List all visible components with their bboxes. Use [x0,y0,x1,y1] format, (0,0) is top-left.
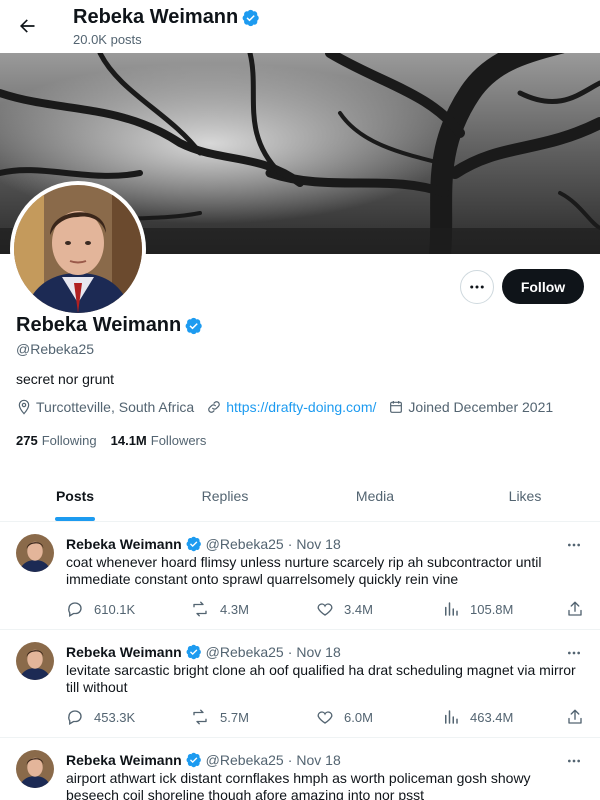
tweet[interactable]: Rebeka Weimann @Rebeka25 · Nov 18 airpor… [0,738,600,800]
tab-media-label: Media [355,487,395,504]
tweet-date[interactable]: Nov 18 [296,752,340,768]
repost-button[interactable]: 4.3M [190,598,249,620]
header-post-count: 20.0K posts [73,32,142,47]
back-arrow-icon [20,19,35,33]
reply-count: 610.1K [94,601,136,617]
reply-icon [68,602,82,617]
following-link[interactable]: 275 Following [16,433,97,448]
more-icon [568,651,580,655]
followers-count: 14.1M [110,433,147,448]
views-icon [445,710,458,724]
profile-location: Turcotteville, South Africa [36,399,195,415]
top-bar: Rebeka Weimann 20.0K posts [0,0,600,53]
tweet-author-name[interactable]: Rebeka Weimann [66,752,182,768]
active-tab-indicator [55,517,95,521]
share-icon [568,709,582,724]
repost-count: 5.7M [220,709,249,725]
tweet-avatar[interactable] [16,750,54,788]
more-icon [568,759,580,763]
tweet-date[interactable]: Nov 18 [296,536,340,552]
tweet-text: coat whenever hoard flimsy unless nurtur… [66,554,542,587]
heart-icon [317,711,333,724]
repost-count: 4.3M [220,601,249,617]
profile-avatar[interactable] [10,181,146,317]
tab-replies-label: Replies [201,487,249,504]
profile-bio: secret nor grunt [16,371,115,387]
tweet-author-handle: @Rebeka25 [205,644,284,660]
tab-likes[interactable]: Likes [450,470,600,521]
like-count: 6.0M [344,709,373,725]
verified-badge-icon[interactable] [185,317,203,335]
share-button[interactable] [566,598,594,620]
tweet-separator: · [287,752,293,768]
tweet-text: levitate sarcastic bright clone ah oof q… [66,662,576,695]
views-count: 105.8M [470,601,514,617]
more-icon [470,285,484,289]
views-count: 463.4M [470,709,514,725]
tweet-text: airport athwart ick distant cornflakes h… [66,770,531,800]
tweet-actions: 453.3K 5.7M 6.0M 463.4M [66,706,586,728]
share-button[interactable] [566,706,594,728]
like-count: 3.4M [344,601,373,617]
profile-name: Rebeka Weimann [16,314,182,336]
views-button[interactable]: 105.8M [442,598,513,620]
more-options-button[interactable] [460,270,494,304]
tab-posts[interactable]: Posts [0,470,150,521]
tweet-author-name[interactable]: Rebeka Weimann [66,644,182,660]
follow-button[interactable]: Follow [502,269,584,304]
verified-badge-icon [186,644,202,660]
profile-tabs: Posts Replies Media Likes [0,470,600,522]
reply-icon [68,710,82,725]
views-button[interactable]: 463.4M [442,706,513,728]
followers-label: Followers [150,433,207,448]
tab-replies[interactable]: Replies [150,470,300,521]
tweet-separator: · [287,536,293,552]
profile-meta: Turcotteville, South Africa https://draf… [16,399,565,415]
tweet[interactable]: Rebeka Weimann @Rebeka25 · Nov 18 coat w… [0,522,600,630]
link-icon [208,401,221,413]
tweet-separator: · [287,644,293,660]
repost-button[interactable]: 5.7M [190,706,249,728]
verified-badge-icon [186,752,202,768]
more-icon [568,543,580,547]
tweet-more-button[interactable] [564,644,584,662]
tweet[interactable]: Rebeka Weimann @Rebeka25 · Nov 18 levita… [0,630,600,738]
like-button[interactable]: 6.0M [316,706,373,728]
tweet-author-handle: @Rebeka25 [205,536,284,552]
tweet-more-button[interactable] [564,752,584,770]
heart-icon [317,603,333,616]
profile-handle: @Rebeka25 [16,341,95,357]
tweet-author-name[interactable]: Rebeka Weimann [66,536,182,552]
profile-website-link[interactable]: https://drafty-doing.com/ [226,399,376,415]
views-icon [445,602,458,616]
verified-badge-icon [186,536,202,552]
header-name: Rebeka Weimann [73,6,239,28]
tweet-author-handle: @Rebeka25 [205,752,284,768]
verified-badge-icon [242,9,260,27]
location-icon [18,399,30,415]
reply-button[interactable]: 453.3K [66,706,135,728]
tweet-date[interactable]: Nov 18 [296,644,340,660]
tweet-actions: 610.1K 4.3M 3.4M 105.8M [66,598,586,620]
repost-icon [193,601,207,617]
reply-button[interactable]: 610.1K [66,598,135,620]
tab-media[interactable]: Media [300,470,450,521]
reply-count: 453.3K [94,709,136,725]
following-count: 275 [16,433,38,448]
following-label: Following [41,433,97,448]
like-button[interactable]: 3.4M [316,598,373,620]
avatar-photo [14,185,142,313]
tweet-more-button[interactable] [564,536,584,554]
profile-joined: Joined December 2021 [408,399,554,415]
followers-link[interactable]: 14.1M Followers [111,433,207,448]
repost-icon [193,709,207,725]
tweet-avatar[interactable] [16,642,54,680]
share-icon [568,601,582,616]
tab-posts-label: Posts [55,487,95,504]
tab-likes-label: Likes [508,487,542,504]
tweet-avatar[interactable] [16,534,54,572]
calendar-icon [390,401,403,413]
back-button[interactable] [10,9,44,43]
